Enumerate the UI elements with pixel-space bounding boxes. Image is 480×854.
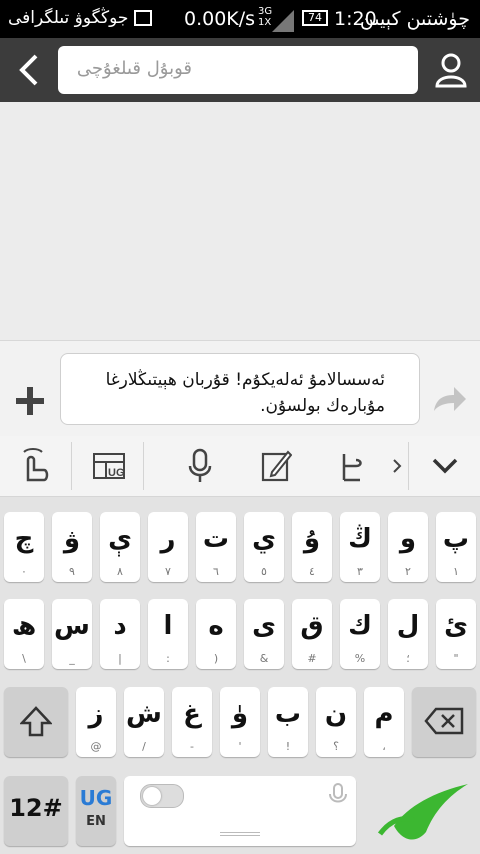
network-speed: 0.00K/s <box>184 8 256 30</box>
key-ng[interactable]: ڭ٣ <box>340 512 380 582</box>
keyboard: چ٠ ۋ٩ ې٨ ر٧ ت٦ ي٥ ۇ٤ ڭ٣ و٢ پ١ ھ \ س _ د | ا… <box>0 497 480 854</box>
lang-en-label: EN <box>86 814 106 829</box>
voice-button[interactable] <box>186 446 214 486</box>
settings-button[interactable] <box>336 446 366 486</box>
key-o[interactable]: و٢ <box>388 512 428 582</box>
layout-icon: UG <box>93 453 125 479</box>
battery-icon: 74 <box>302 10 328 26</box>
send-arrow-icon <box>434 387 466 411</box>
mic-small-icon <box>329 783 347 803</box>
key-ne[interactable]: ن ؟ <box>316 687 356 757</box>
key-he[interactable]: ھ \ <box>4 599 44 669</box>
key-be[interactable]: ب! <box>268 687 308 757</box>
toolbar-divider <box>408 442 409 490</box>
recipient-input[interactable]: قوبۇل قىلغۇچى <box>58 46 418 94</box>
contacts-button[interactable] <box>430 48 472 92</box>
enter-key[interactable] <box>364 776 476 846</box>
toolbar-divider <box>71 442 72 490</box>
language-key[interactable]: UG EN <box>76 776 116 846</box>
key-u[interactable]: ۇ٤ <box>292 512 332 582</box>
svg-text:UG: UG <box>108 467 125 479</box>
key-che[interactable]: چ٠ <box>4 512 44 582</box>
edit-button[interactable] <box>260 446 293 486</box>
key-a[interactable]: ا: <box>148 599 188 669</box>
gesture-button[interactable] <box>18 446 52 486</box>
status-bar: چۈشتىن كېيىن 1:20 74 3G 1X 0.00K/s جوڭگوۋ… <box>0 0 480 38</box>
key-ae[interactable]: ە) <box>196 599 236 669</box>
key-ue[interactable]: ۈ ' <box>220 687 260 757</box>
key-de[interactable]: د | <box>100 599 140 669</box>
key-re[interactable]: ر٧ <box>148 512 188 582</box>
lang-ug-label: UG <box>79 786 113 810</box>
back-button[interactable] <box>8 48 52 92</box>
toolbar-more-button[interactable] <box>390 446 404 486</box>
edit-icon <box>261 450 293 482</box>
status-time: 1:20 <box>334 8 377 30</box>
message-text: ئەسسالامۇ ئەلەيكۇم! قۇربان ھېيتىڭلارغا م… <box>105 370 385 416</box>
message-input[interactable]: ئەسسالامۇ ئەلەيكۇم! قۇربان ھېيتىڭلارغا م… <box>60 353 420 425</box>
layout-button[interactable]: UG <box>92 446 128 486</box>
space-bar-line <box>220 832 260 836</box>
compose-bar: ئەسسالامۇ ئەلەيكۇم! قۇربان ھېيتىڭلارغا م… <box>0 340 480 437</box>
key-te[interactable]: ت٦ <box>196 512 236 582</box>
image-icon <box>134 10 152 26</box>
shift-key[interactable] <box>4 687 68 757</box>
app-logo-icon <box>377 784 468 840</box>
attach-button[interactable] <box>14 385 46 417</box>
backspace-key[interactable] <box>412 687 476 757</box>
key-i[interactable]: ى & <box>244 599 284 669</box>
header-bar: قوبۇل قىلغۇچى <box>0 38 480 102</box>
symbols-key[interactable]: 12# <box>4 776 68 846</box>
settings-icon <box>342 454 362 482</box>
key-ke[interactable]: ك% <box>340 599 380 669</box>
recipient-placeholder: قوبۇل قىلغۇچى <box>76 58 192 79</box>
signal-icon: 3G 1X <box>258 6 296 32</box>
person-icon <box>435 53 467 88</box>
space-key[interactable] <box>124 776 356 846</box>
send-button[interactable] <box>432 385 468 415</box>
toggle-icon <box>140 784 184 808</box>
more-arrow-icon <box>393 459 402 473</box>
shift-arrow-icon <box>20 706 52 737</box>
key-e[interactable]: ې٨ <box>100 512 140 582</box>
notification-app: جوڭگوۋ تىلگرافى <box>8 8 129 28</box>
key-ye[interactable]: ي٥ <box>244 512 284 582</box>
key-ve[interactable]: ۋ٩ <box>52 512 92 582</box>
key-hamza[interactable]: ئ " <box>436 599 476 669</box>
chevron-left-icon <box>19 54 38 86</box>
key-ghe[interactable]: غ- <box>172 687 212 757</box>
mic-icon <box>188 448 212 482</box>
plus-icon <box>16 387 44 415</box>
key-she[interactable]: ش / <box>124 687 164 757</box>
key-ze[interactable]: ز @ <box>76 687 116 757</box>
backspace-icon <box>424 707 464 735</box>
key-pe[interactable]: پ١ <box>436 512 476 582</box>
key-se[interactable]: س _ <box>52 599 92 669</box>
message-thread <box>0 102 480 340</box>
toolbar-divider <box>143 442 144 490</box>
key-qe[interactable]: ق # <box>292 599 332 669</box>
key-me[interactable]: م ، <box>364 687 404 757</box>
key-le[interactable]: ل ؛ <box>388 599 428 669</box>
gesture-icon <box>23 448 49 482</box>
keyboard-toolbar: UG <box>0 436 480 497</box>
hide-keyboard-icon <box>432 458 458 474</box>
hide-keyboard-button[interactable] <box>428 446 462 486</box>
